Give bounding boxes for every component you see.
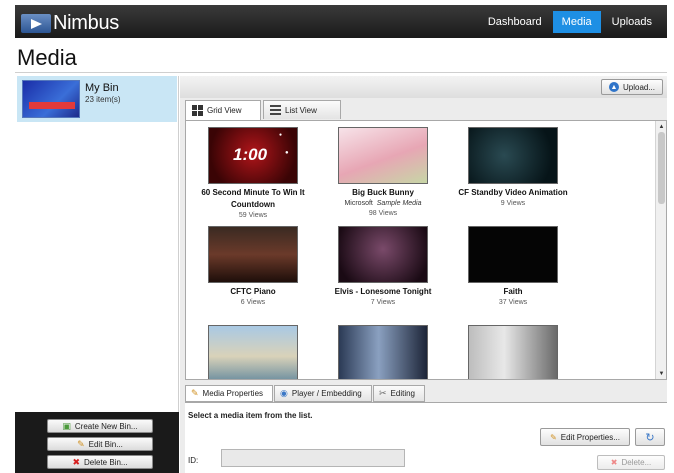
scissors-icon: ✂ bbox=[379, 388, 387, 398]
scroll-thumb[interactable] bbox=[658, 132, 665, 204]
delete-icon: ✖ bbox=[610, 458, 618, 467]
scroll-down-icon[interactable]: ▼ bbox=[657, 369, 666, 378]
bin-actions: ▣ Create New Bin... ✎ Edit Bin... ✖ Dele… bbox=[15, 412, 179, 473]
media-thumbnail bbox=[468, 127, 558, 184]
properties-message: Select a media item from the list. bbox=[188, 411, 313, 420]
media-thumbnail bbox=[338, 226, 428, 283]
edit-properties-label: Edit Properties... bbox=[560, 432, 620, 442]
id-label: ID: bbox=[188, 456, 199, 465]
media-toolbar: ▲ Upload... bbox=[180, 76, 667, 98]
media-item[interactable]: CFTC Piano 6 Views bbox=[189, 226, 317, 308]
media-item[interactable] bbox=[189, 325, 317, 379]
tab-player-embedding[interactable]: ◉ Player / Embedding bbox=[274, 385, 372, 402]
page-title: Media bbox=[17, 45, 77, 70]
delete-icon: ✖ bbox=[72, 456, 80, 467]
media-title: Elvis - Lonesome Tonight bbox=[334, 287, 432, 296]
edit-properties-button[interactable]: ✎ Edit Properties... bbox=[540, 428, 630, 446]
refresh-icon: ↻ bbox=[645, 431, 655, 444]
edit-icon: ✎ bbox=[550, 432, 557, 442]
add-folder-icon: ▣ bbox=[62, 420, 71, 431]
media-views: 9 Views bbox=[500, 200, 526, 207]
globe-icon: ◉ bbox=[280, 388, 288, 398]
create-bin-label: Create New Bin... bbox=[74, 421, 138, 431]
top-bar: Nimbus Dashboard Media Uploads bbox=[15, 5, 667, 38]
media-item[interactable]: Elvis - Lonesome Tonight 7 Views bbox=[319, 226, 447, 308]
delete-media-button[interactable]: ✖ Delete... bbox=[597, 455, 665, 470]
main-nav: Dashboard Media Uploads bbox=[477, 11, 661, 33]
media-item[interactable] bbox=[449, 325, 577, 379]
upload-label: Upload... bbox=[622, 82, 656, 92]
media-views: 7 Views bbox=[370, 299, 396, 306]
id-field[interactable] bbox=[221, 449, 405, 467]
nav-media[interactable]: Media bbox=[552, 11, 601, 33]
media-thumbnail bbox=[338, 127, 428, 184]
tab-media-properties-label: Media Properties bbox=[202, 389, 264, 398]
media-title: 60 Second Minute To Win It Countdown bbox=[201, 188, 305, 209]
list-icon bbox=[270, 105, 281, 115]
tab-editing-label: Editing bbox=[390, 389, 416, 398]
bin-item-count: 23 item(s) bbox=[85, 95, 121, 104]
edit-bin-label: Edit Bin... bbox=[88, 439, 123, 449]
media-grid: 1:00 ● ● 60 Second Minute To Win It Coun… bbox=[185, 120, 667, 380]
upload-icon: ▲ bbox=[608, 82, 619, 92]
properties-panel: Select a media item from the list. ✎ Edi… bbox=[185, 402, 667, 473]
media-tag: Sample Media bbox=[376, 200, 422, 207]
delete-bin-button[interactable]: ✖ Delete Bin... bbox=[47, 455, 153, 469]
bin-thumbnail bbox=[22, 80, 80, 118]
tab-list-label: List View bbox=[285, 105, 317, 115]
media-title: Faith bbox=[503, 287, 523, 296]
delete-media-label: Delete... bbox=[621, 458, 652, 467]
create-bin-button[interactable]: ▣ Create New Bin... bbox=[47, 419, 153, 433]
bin-item-my-bin[interactable]: My Bin 23 item(s) bbox=[17, 76, 177, 122]
media-title: CF Standby Video Animation bbox=[458, 188, 568, 197]
nav-dashboard[interactable]: Dashboard bbox=[479, 11, 551, 33]
media-thumbnail bbox=[468, 226, 558, 283]
media-item[interactable] bbox=[319, 325, 447, 379]
title-divider bbox=[15, 72, 667, 73]
bin-name: My Bin bbox=[85, 82, 119, 94]
tab-grid-view[interactable]: Grid View bbox=[185, 100, 261, 120]
tab-list-view[interactable]: List View bbox=[263, 100, 341, 119]
tab-media-properties[interactable]: ✎ Media Properties bbox=[185, 385, 273, 402]
app-logo[interactable]: Nimbus bbox=[21, 12, 119, 35]
media-views: 59 Views bbox=[238, 212, 268, 219]
media-views: 6 Views bbox=[240, 299, 266, 306]
properties-icon: ✎ bbox=[191, 388, 199, 398]
upload-button[interactable]: ▲ Upload... bbox=[601, 79, 663, 95]
media-panel: ▲ Upload... Grid View List View 1:00 ● ●… bbox=[180, 76, 667, 473]
refresh-button[interactable]: ↻ bbox=[635, 428, 665, 446]
delete-bin-label: Delete Bin... bbox=[83, 457, 128, 467]
media-views: 37 Views bbox=[498, 299, 528, 306]
media-item[interactable]: Faith 37 Views bbox=[449, 226, 577, 308]
media-thumbnail bbox=[208, 325, 298, 379]
tab-grid-label: Grid View bbox=[207, 106, 242, 115]
media-item[interactable]: Big Buck Bunny Microsoft Sample Media 98… bbox=[319, 127, 447, 219]
edit-icon: ✎ bbox=[77, 438, 85, 449]
media-thumbnail bbox=[208, 226, 298, 283]
tab-player-label: Player / Embedding bbox=[291, 389, 362, 398]
media-thumbnail: 1:00 ● ● bbox=[208, 127, 298, 184]
grid-icon bbox=[192, 105, 203, 116]
play-icon bbox=[21, 14, 51, 33]
media-title: CFTC Piano bbox=[230, 287, 276, 296]
media-thumbnail bbox=[468, 325, 558, 379]
media-item[interactable]: 1:00 ● ● 60 Second Minute To Win It Coun… bbox=[189, 127, 317, 221]
scroll-up-icon[interactable]: ▲ bbox=[657, 122, 666, 131]
grid-scrollbar[interactable]: ▲ ▼ bbox=[655, 121, 666, 379]
media-views: 98 Views bbox=[368, 210, 398, 217]
media-thumbnail bbox=[338, 325, 428, 379]
nav-uploads[interactable]: Uploads bbox=[603, 11, 661, 33]
app-name: Nimbus bbox=[53, 12, 119, 34]
edit-bin-button[interactable]: ✎ Edit Bin... bbox=[47, 437, 153, 451]
media-publisher: Microsoft Sample Media bbox=[344, 200, 422, 207]
tab-editing[interactable]: ✂ Editing bbox=[373, 385, 425, 402]
media-title: Big Buck Bunny bbox=[352, 188, 414, 197]
media-item[interactable]: CF Standby Video Animation 9 Views bbox=[449, 127, 577, 209]
